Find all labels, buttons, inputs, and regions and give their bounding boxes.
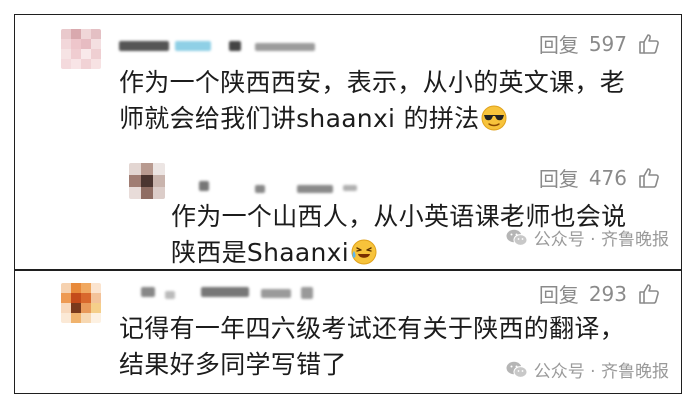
username-blurred bbox=[201, 287, 249, 297]
comment-panel-bottom: 回复 293 记得有一年四六级考试还有关于陕西的翻译， 结果好多同学写错了 公众… bbox=[14, 270, 682, 394]
watermark: 公众号 · 齐鲁晚报 bbox=[506, 225, 669, 250]
wechat-icon bbox=[506, 360, 528, 380]
laughing-emoji-icon bbox=[351, 239, 377, 265]
username-blurred bbox=[255, 43, 315, 51]
avatar[interactable] bbox=[129, 163, 165, 199]
comment-item: 回复 597 作为一个陕西西安，表示，从小的英文课，老 师就会给我们讲shaan… bbox=[15, 15, 683, 145]
username-blurred bbox=[175, 41, 211, 51]
username-blurred bbox=[229, 41, 241, 51]
username-blurred bbox=[165, 291, 175, 299]
comment-item: 回复 476 作为一个山西人，从小英语课老师也会说 陕西是Shaanxi 公众号… bbox=[15, 145, 683, 271]
like-count: 597 bbox=[588, 31, 627, 56]
watermark: 公众号 · 齐鲁晚报 bbox=[506, 357, 669, 382]
username-blurred bbox=[261, 289, 291, 298]
comment-text: 作为一个陕西西安，表示，从小的英文课，老 师就会给我们讲shaanxi 的拼法 bbox=[119, 65, 625, 137]
comment-text-line: 作为一个陕西西安，表示，从小的英文课，老 bbox=[119, 68, 626, 97]
like-count: 293 bbox=[588, 281, 627, 306]
reply-button[interactable]: 回复 bbox=[539, 29, 579, 58]
like-count: 476 bbox=[588, 165, 627, 190]
watermark-text: 公众号 · 齐鲁晚报 bbox=[533, 362, 669, 382]
reply-button[interactable]: 回复 bbox=[539, 279, 579, 308]
thumbs-up-icon[interactable] bbox=[637, 282, 661, 306]
thumbs-up-icon[interactable] bbox=[637, 32, 661, 56]
username-blurred bbox=[343, 185, 357, 191]
comment-panel-top: 回复 597 作为一个陕西西安，表示，从小的英文课，老 师就会给我们讲shaan… bbox=[14, 14, 682, 270]
username-blurred bbox=[301, 287, 313, 299]
comment-meta: 回复 597 bbox=[539, 29, 661, 58]
comment-text-line: 记得有一年四六级考试还有关于陕西的翻译， bbox=[119, 314, 626, 343]
comment-meta: 回复 293 bbox=[539, 279, 661, 308]
username-blurred[interactable] bbox=[141, 287, 155, 297]
username-blurred[interactable] bbox=[119, 41, 169, 51]
sunglasses-emoji-icon bbox=[481, 105, 507, 131]
comment-text-segment: 陕西是Shaanxi bbox=[171, 238, 349, 267]
avatar[interactable] bbox=[61, 283, 101, 323]
username-blurred bbox=[297, 185, 333, 193]
comment-text-segment: 师就会给我们讲shaanxi 的拼法 bbox=[119, 104, 480, 133]
username-blurred bbox=[255, 185, 265, 193]
thumbs-up-icon[interactable] bbox=[637, 166, 661, 190]
watermark-text: 公众号 · 齐鲁晚报 bbox=[533, 230, 669, 250]
comment-meta: 回复 476 bbox=[539, 163, 661, 192]
avatar[interactable] bbox=[61, 29, 101, 69]
comment-item: 回复 293 记得有一年四六级考试还有关于陕西的翻译， 结果好多同学写错了 公众… bbox=[15, 271, 683, 395]
reply-button[interactable]: 回复 bbox=[539, 163, 579, 192]
comment-text-line: 师就会给我们讲shaanxi 的拼法 bbox=[119, 101, 625, 137]
wechat-icon bbox=[506, 228, 528, 248]
username-blurred[interactable] bbox=[199, 181, 209, 191]
